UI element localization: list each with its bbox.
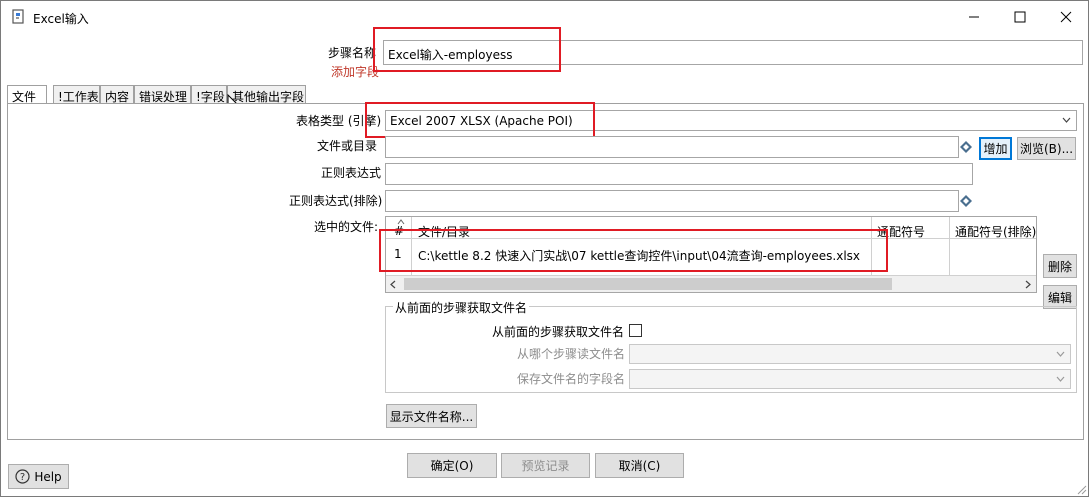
delete-button[interactable]: 删除 [1043,254,1077,278]
close-button[interactable] [1043,1,1089,33]
tab-additional-output-fields-label: 其他输出字段 [232,90,305,104]
sheet-type-select[interactable]: Excel 2007 XLSX (Apache POI) [385,110,1077,131]
add-file-button-label: 增加 [983,142,1008,156]
scrollbar-thumb[interactable] [404,278,892,290]
chevron-down-icon [1056,376,1065,382]
regex-exclude-input[interactable] [385,190,959,212]
table-header-num: # [394,224,405,238]
maximize-icon [1014,11,1026,23]
tab-fields[interactable]: !字段 [191,85,227,104]
table-header-path: 文件/目录 [418,225,471,239]
edit-button-label: 编辑 [1047,290,1072,305]
row-num: 1 [394,247,402,261]
from-previous-group-title: 从前面的步骤获取文件名 [393,299,530,316]
help-icon: ? [15,469,30,484]
chevron-down-icon [1056,351,1065,357]
resize-grip-icon[interactable] [1075,483,1087,495]
tab-file-label: 文件 [12,90,37,104]
close-icon [1060,11,1072,23]
filename-field-label: 保存文件名的字段名 [517,372,626,386]
from-previous-checkbox-label: 从前面的步骤获取文件名 [492,325,625,339]
tab-sheets-label: !工作表 [58,90,99,104]
cancel-button[interactable]: 取消(C) [595,453,684,478]
from-previous-checkbox[interactable] [629,324,642,337]
tab-error-handling[interactable]: 错误处理 [134,85,191,104]
step-name-value: Excel输入-employess [388,48,513,62]
preview-button-label: 预览记录 [521,459,570,473]
minimize-icon [969,16,979,18]
filename-field-select[interactable] [629,369,1071,389]
preview-button[interactable]: 预览记录 [501,453,590,478]
table-header-row [386,217,1036,239]
file-or-dir-input[interactable] [385,136,959,158]
kettle-app-icon [12,9,24,24]
maximize-button[interactable] [997,1,1043,33]
selected-files-label: 选中的文件: [314,220,379,234]
cancel-button-label: 取消(C) [618,459,661,473]
step-source-label: 从哪个步骤读文件名 [517,347,626,361]
title-bar: Excel输入 [1,1,1088,33]
regex-label: 正则表达式 [321,166,382,180]
table-row[interactable]: 1 C:\kettle 8.2 快速入门实战\07 kettle查询控件\inp… [386,239,1036,267]
add-field-link[interactable]: 添加字段 [331,63,379,80]
tab-content-label: 内容 [105,90,130,104]
help-button-label: Help [34,469,62,484]
show-filenames-button[interactable]: 显示文件名称... [386,404,477,428]
delete-button-label: 删除 [1047,259,1072,274]
tab-error-handling-label: 错误处理 [139,90,188,104]
add-file-button[interactable]: 增加 [979,137,1012,160]
tab-sheets[interactable]: !工作表 [53,85,100,104]
chevron-right-icon[interactable] [1024,280,1031,289]
window-title: Excel输入 [33,12,89,26]
regex-exclude-label: 正则表达式(排除) [289,194,383,208]
step-source-select[interactable] [629,344,1071,364]
chevron-down-icon [1062,117,1071,123]
regex-input[interactable] [385,163,973,185]
sheet-type-value: Excel 2007 XLSX (Apache POI) [390,114,573,128]
help-button[interactable]: ? Help [8,464,69,489]
chevron-left-icon[interactable] [390,280,397,289]
tab-fields-label: !字段 [196,90,225,104]
browse-button[interactable]: 浏览(B)... [1017,137,1076,160]
svg-text:?: ? [20,472,25,483]
step-name-label: 步骤名称 [328,46,377,60]
sheet-type-label: 表格类型 (引擎) [296,114,382,128]
tab-file[interactable]: 文件 [7,85,47,105]
selected-files-table[interactable]: # 文件/目录 通配符号 通配符号(排除) 1 C:\kettle 8.2 快速… [385,216,1037,293]
show-filenames-button-label: 显示文件名称... [389,409,474,424]
ok-button-label: 确定(O) [430,459,474,473]
variable-icon[interactable] [960,141,972,153]
browse-button-label: 浏览(B)... [1019,142,1074,156]
tab-content[interactable]: 内容 [100,85,134,104]
horizontal-scrollbar[interactable] [386,275,1036,292]
step-name-input[interactable]: Excel输入-employess [383,40,1083,65]
file-or-dir-label: 文件或目录 [317,139,378,153]
ok-button[interactable]: 确定(O) [407,453,497,478]
table-header-wildcard: 通配符号 [877,225,926,239]
minimize-button[interactable] [951,1,997,33]
variable-icon[interactable] [960,195,972,207]
row-path: C:\kettle 8.2 快速入门实战\07 kettle查询控件\input… [418,249,861,263]
table-header-wildcard-exclude: 通配符号(排除) [955,225,1037,239]
